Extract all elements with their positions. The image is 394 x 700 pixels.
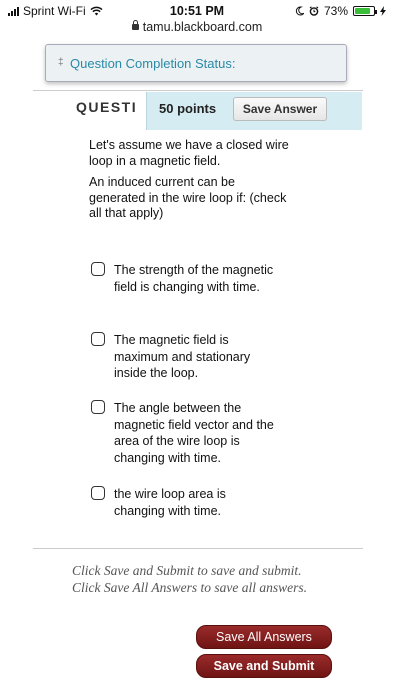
instruction-line: Click Save All Answers to save all answe… [72, 580, 307, 595]
chevron-down-icon: ‡ [58, 57, 64, 68]
prompt-paragraph: Let's assume we have a closed wire loop … [89, 138, 289, 168]
question-points: 50 points [159, 101, 217, 116]
charging-icon [380, 6, 386, 16]
status-right-group: 73% [295, 4, 386, 18]
choice-label: The angle between the magnetic field vec… [114, 401, 274, 465]
answer-choice[interactable]: The angle between the magnetic field vec… [91, 400, 291, 466]
divider [33, 90, 363, 91]
status-bar: Sprint Wi-Fi 10:51 PM 73% [0, 0, 394, 22]
question-completion-status[interactable]: ‡ Question Completion Status: [45, 44, 347, 82]
choice-label: The strength of the magnetic field is ch… [114, 263, 274, 294]
url-text: tamu.blackboard.com [142, 20, 263, 34]
address-bar[interactable]: tamu.blackboard.com [0, 20, 394, 34]
checkbox[interactable] [91, 262, 105, 276]
moon-icon [295, 6, 304, 16]
answer-choice[interactable]: The strength of the magnetic field is ch… [91, 262, 291, 295]
save-answer-button[interactable]: Save Answer [233, 97, 327, 121]
instruction-line: Click Save and Submit to save and submit… [72, 563, 302, 578]
choice-label: The magnetic field is maximum and statio… [114, 333, 251, 380]
answer-choice[interactable]: The magnetic field is maximum and statio… [91, 332, 291, 382]
prompt-paragraph: An induced current can be generated in t… [89, 175, 287, 220]
divider [33, 548, 363, 549]
question-prompt: Let's assume we have a closed wire loop … [89, 138, 289, 228]
points-panel: 50 points Save Answer [146, 92, 362, 130]
save-and-submit-button[interactable]: Save and Submit [196, 654, 332, 678]
battery-icon [353, 6, 377, 16]
checkbox[interactable] [91, 486, 105, 500]
battery-percent: 73% [323, 4, 348, 18]
checkbox[interactable] [91, 400, 105, 414]
save-all-answers-button[interactable]: Save All Answers [196, 625, 332, 649]
completion-status-label: Question Completion Status: [70, 56, 236, 71]
choice-label: the wire loop area is changing with time… [114, 487, 226, 518]
submit-instructions: Click Save and Submit to save and submit… [72, 562, 372, 596]
answer-choice[interactable]: the wire loop area is changing with time… [91, 486, 291, 519]
question-title: QUESTI [76, 99, 138, 115]
checkbox[interactable] [91, 332, 105, 346]
lock-icon [131, 20, 139, 30]
alarm-icon [309, 6, 319, 16]
